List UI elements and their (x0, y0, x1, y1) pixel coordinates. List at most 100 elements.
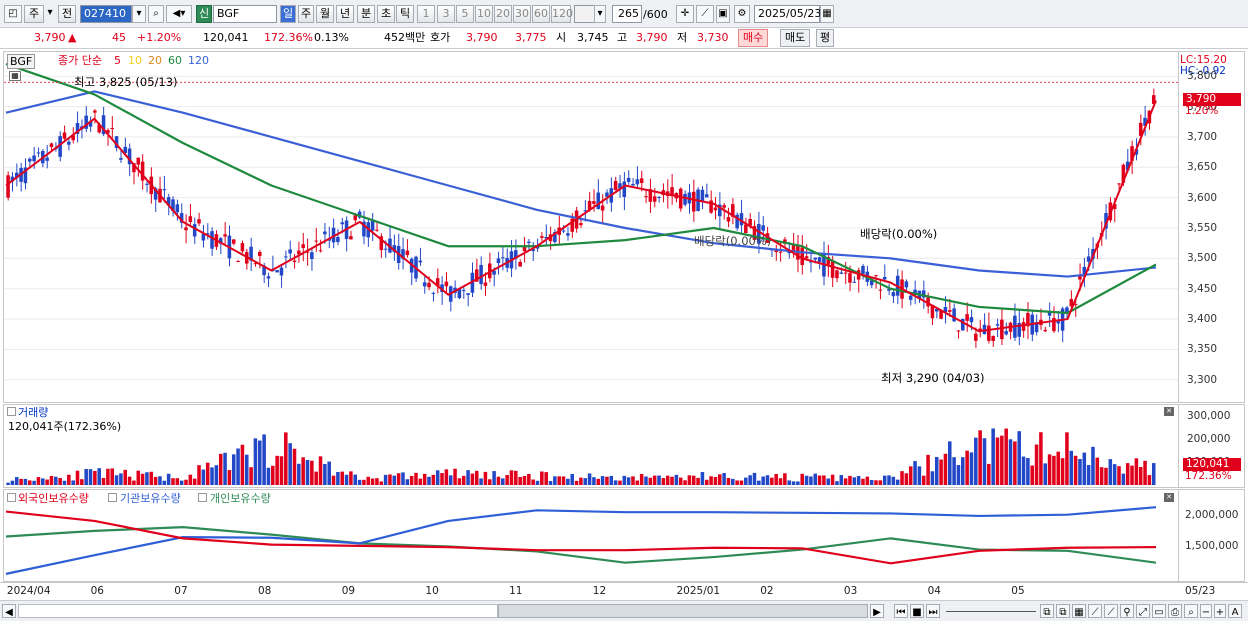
trendline-icon[interactable]: ⟋ (696, 5, 714, 23)
gear-icon[interactable]: ⚙ (734, 5, 750, 23)
candle-body (626, 177, 631, 182)
print-icon[interactable]: ⎙ (1168, 604, 1182, 618)
volume-bar (765, 475, 770, 485)
scroll-track[interactable] (18, 604, 498, 618)
unit-year-button[interactable]: 년 (336, 5, 354, 23)
sell-button[interactable]: 매도 (780, 29, 811, 47)
zoom-out-icon[interactable]: − (1200, 604, 1212, 618)
save-icon[interactable]: ▣ (716, 5, 730, 23)
candle-body (882, 276, 887, 280)
volume-bar (609, 475, 614, 485)
holder-close-icon[interactable]: ✕ (1164, 493, 1174, 502)
scroll-thumb[interactable] (498, 604, 868, 618)
period-select[interactable]: 주 (24, 5, 44, 23)
volume-bar (865, 476, 870, 485)
prev-button[interactable]: 전 (58, 5, 76, 23)
rect-tool-icon[interactable]: ▭ (1152, 604, 1166, 618)
volume-bar (639, 474, 644, 485)
volume-bar (1008, 439, 1013, 485)
volume-bar (418, 478, 423, 485)
fib-tool-icon[interactable]: ⟋ (1104, 604, 1118, 618)
expand-tool-icon[interactable]: ⤢ (1136, 604, 1150, 618)
unit-minute-button[interactable]: 분 (357, 5, 375, 23)
volume-bar (19, 478, 23, 485)
unit-tick-button[interactable]: 틱 (396, 5, 414, 23)
volume-bar (1151, 463, 1156, 485)
candle-body (27, 158, 32, 162)
zoom-tool-icon[interactable]: ⚲ (1120, 604, 1134, 618)
layout-icon[interactable]: ⧉ (1040, 604, 1054, 618)
grid-icon[interactable]: ▦ (1072, 604, 1086, 618)
zoom-slider[interactable] (946, 604, 1036, 612)
volume-bar (388, 474, 392, 485)
chevron-down-icon[interactable]: ▾ (44, 5, 56, 23)
volume-bar (288, 443, 292, 485)
scroll-left-icon[interactable]: ◀ (2, 604, 16, 618)
forward-icon[interactable]: ⏭ (926, 604, 940, 618)
num-5-button[interactable]: 5 (456, 5, 474, 23)
stock-name-field[interactable]: BGF (213, 5, 277, 23)
search-icon[interactable]: ⌕ (148, 5, 164, 23)
volume-bar (882, 475, 887, 485)
candle-body (566, 233, 570, 236)
current-pct-marker: 1.20% (1185, 105, 1219, 117)
volume-bar (58, 478, 62, 485)
date-input[interactable]: 2025/05/23 (754, 5, 821, 23)
unit-month-button[interactable]: 월 (316, 5, 334, 23)
volume-close-icon[interactable]: ✕ (1164, 407, 1174, 416)
unit-week-button[interactable]: 주 (298, 5, 314, 23)
eval-button[interactable]: 평 (816, 29, 835, 47)
stock-code-input[interactable]: 027410 (80, 5, 132, 23)
window-icon[interactable]: ◰ (4, 5, 22, 23)
code-dropdown-icon[interactable]: ▾ (132, 5, 146, 23)
volume-chart-canvas[interactable] (4, 405, 1178, 487)
price-tick-label: 3,350 (1187, 343, 1218, 356)
price-chart-canvas[interactable] (4, 52, 1178, 402)
volume-bar (939, 459, 943, 485)
num-60-button[interactable]: 60 (532, 5, 550, 23)
crosshair-icon[interactable]: ✛ (676, 5, 694, 23)
bar-count-input[interactable]: 265 (612, 5, 642, 23)
volume-bar (201, 469, 206, 485)
individual-toggle-icon[interactable] (198, 493, 207, 502)
bid-price: 3,775 (515, 31, 547, 44)
scroll-right-icon[interactable]: ▶ (870, 604, 884, 618)
price-panel[interactable]: BGF 종가 단순 5 10 20 60 120 ▦ 최고 3,825 (05/… (3, 51, 1179, 403)
foreign-toggle-icon[interactable] (7, 493, 16, 502)
num-1-button[interactable]: 1 (417, 5, 435, 23)
holder-panel[interactable]: 외국인보유수량 기관보유수량 개인보유수량 ✕ (3, 489, 1179, 582)
num-30-button[interactable]: 30 (513, 5, 531, 23)
volume-bar (856, 476, 861, 485)
table-icon[interactable]: ▦ (9, 71, 21, 81)
zoom-in-icon[interactable]: + (1214, 604, 1226, 618)
date-tick-label: 09 (341, 585, 356, 597)
institution-toggle-icon[interactable] (108, 493, 117, 502)
candle-body (956, 330, 961, 332)
candle-body (93, 110, 97, 113)
custom-period-dropdown-icon[interactable]: ▾ (594, 5, 606, 23)
search-chart-icon[interactable]: ⌕ (1184, 604, 1198, 618)
candle-body (969, 317, 974, 323)
num-120-button[interactable]: 120 (551, 5, 573, 23)
volume-bar (440, 473, 444, 485)
line-tool-icon[interactable]: ⟋ (1088, 604, 1102, 618)
unit-day-button[interactable]: 일 (280, 5, 296, 23)
speaker-icon[interactable]: ◀▾ (166, 5, 192, 23)
volume-bar (934, 456, 939, 485)
volume-toggle-icon[interactable] (7, 407, 16, 416)
text-tool-icon[interactable]: A (1228, 604, 1242, 618)
calendar-icon[interactable]: ▦ (820, 5, 834, 23)
unit-second-button[interactable]: 초 (377, 5, 395, 23)
copy-icon[interactable]: ⧉ (1056, 604, 1070, 618)
num-20-button[interactable]: 20 (494, 5, 512, 23)
volume-bar (605, 476, 609, 485)
buy-button[interactable]: 매수 (738, 29, 769, 47)
num-10-button[interactable]: 10 (475, 5, 493, 23)
stop-icon[interactable]: ■ (910, 604, 924, 618)
volume-bar (409, 475, 414, 485)
volume-panel[interactable]: 거래량 120,041주(172.36%) ✕ (3, 404, 1179, 488)
volume-bar (1143, 460, 1147, 485)
num-3-button[interactable]: 3 (437, 5, 455, 23)
price-tick-label: 3,500 (1187, 252, 1218, 265)
rewind-icon[interactable]: ⏮ (894, 604, 908, 618)
